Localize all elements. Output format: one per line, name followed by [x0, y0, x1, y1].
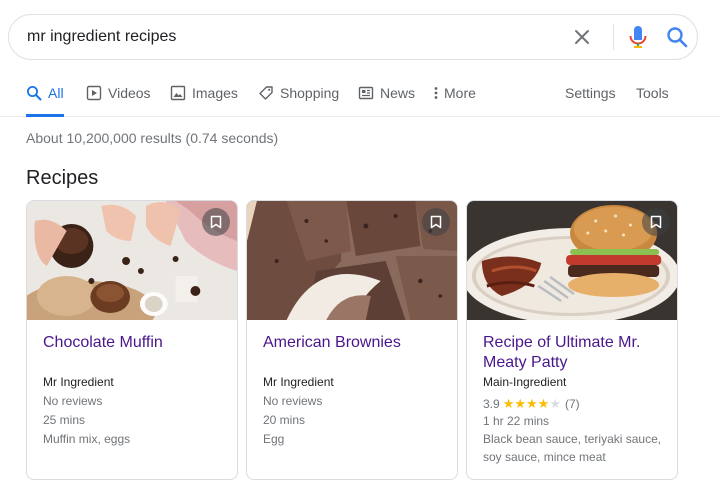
search-icon[interactable]	[666, 26, 688, 48]
bookmark-icon	[430, 215, 442, 229]
recipe-ingredients: Muffin mix, eggs	[43, 432, 131, 446]
tab-label: Shopping	[280, 85, 340, 101]
recipe-time: 20 mins	[263, 413, 306, 427]
save-recipe-button[interactable]	[642, 208, 670, 236]
clear-icon[interactable]	[572, 27, 592, 47]
video-icon	[86, 85, 102, 101]
star-icon: ★	[502, 396, 515, 411]
recipe-ingredients: Black bean sauce, teriyaki sauce, soy sa…	[483, 432, 662, 464]
tab-videos[interactable]: Videos	[86, 76, 151, 116]
recipe-title[interactable]: Recipe of Ultimate Mr. Meaty Patty	[483, 333, 669, 373]
recipe-card[interactable]: Recipe of Ultimate Mr. Meaty Patty Main-…	[466, 200, 678, 480]
recipe-title[interactable]: Chocolate Muffin	[43, 333, 229, 353]
settings-link[interactable]: Settings	[565, 76, 616, 116]
star-rating: ★★★★★	[503, 397, 561, 411]
recipe-time: 1 hr 22 mins	[483, 414, 550, 428]
search-divider	[613, 24, 614, 50]
recipe-reviews: No reviews	[43, 394, 103, 408]
recipe-reviews: No reviews	[263, 394, 323, 408]
recipe-rating: 3.9 ★★★★★ (7)	[483, 397, 580, 411]
tab-images[interactable]: Images	[170, 76, 238, 116]
tab-news[interactable]: News	[358, 76, 415, 116]
review-count: (7)	[564, 397, 580, 411]
recipe-card[interactable]: American Brownies Mr Ingredient No revie…	[246, 200, 458, 480]
tab-label: More	[444, 85, 476, 101]
recipe-ingredients: Egg	[263, 432, 285, 446]
tab-all[interactable]: All	[26, 76, 64, 117]
tab-label: Videos	[108, 85, 151, 101]
tab-label: All	[48, 85, 64, 101]
more-vert-icon	[434, 87, 438, 99]
save-recipe-button[interactable]	[202, 208, 230, 236]
section-title: Recipes	[26, 167, 99, 189]
tab-label: Images	[192, 85, 238, 101]
tools-link[interactable]: Tools	[636, 76, 669, 116]
star-icon: ★	[526, 396, 538, 411]
star-icon: ★	[514, 396, 526, 411]
microphone-icon[interactable]	[627, 25, 649, 49]
tab-more[interactable]: More	[432, 76, 476, 116]
bookmark-icon	[650, 215, 662, 229]
search-box	[8, 14, 698, 60]
recipe-card[interactable]: Chocolate Muffin Mr Ingredient No review…	[26, 200, 238, 480]
recipe-source: Mr Ingredient	[43, 375, 114, 389]
tools-label: Tools	[636, 85, 669, 101]
save-recipe-button[interactable]	[422, 208, 450, 236]
settings-label: Settings	[565, 85, 616, 101]
star-icon: ★	[549, 396, 561, 411]
result-stats: About 10,200,000 results (0.74 seconds)	[26, 130, 279, 146]
tab-label: News	[380, 85, 416, 101]
rating-value: 3.9	[483, 397, 500, 411]
tab-shopping[interactable]: Shopping	[258, 76, 339, 116]
search-input[interactable]	[27, 15, 547, 59]
tag-icon	[259, 86, 273, 100]
search-tabs: All Videos Images Shopping News More Set…	[0, 76, 720, 117]
star-icon: ★	[537, 396, 550, 411]
recipe-title[interactable]: American Brownies	[263, 333, 449, 353]
recipe-source: Mr Ingredient	[263, 375, 334, 389]
bookmark-icon	[210, 215, 222, 229]
newspaper-icon	[358, 86, 374, 100]
recipe-source: Main-Ingredient	[483, 375, 567, 389]
recipe-time: 25 mins	[43, 413, 86, 427]
image-icon	[170, 85, 186, 101]
search-icon	[27, 86, 42, 101]
